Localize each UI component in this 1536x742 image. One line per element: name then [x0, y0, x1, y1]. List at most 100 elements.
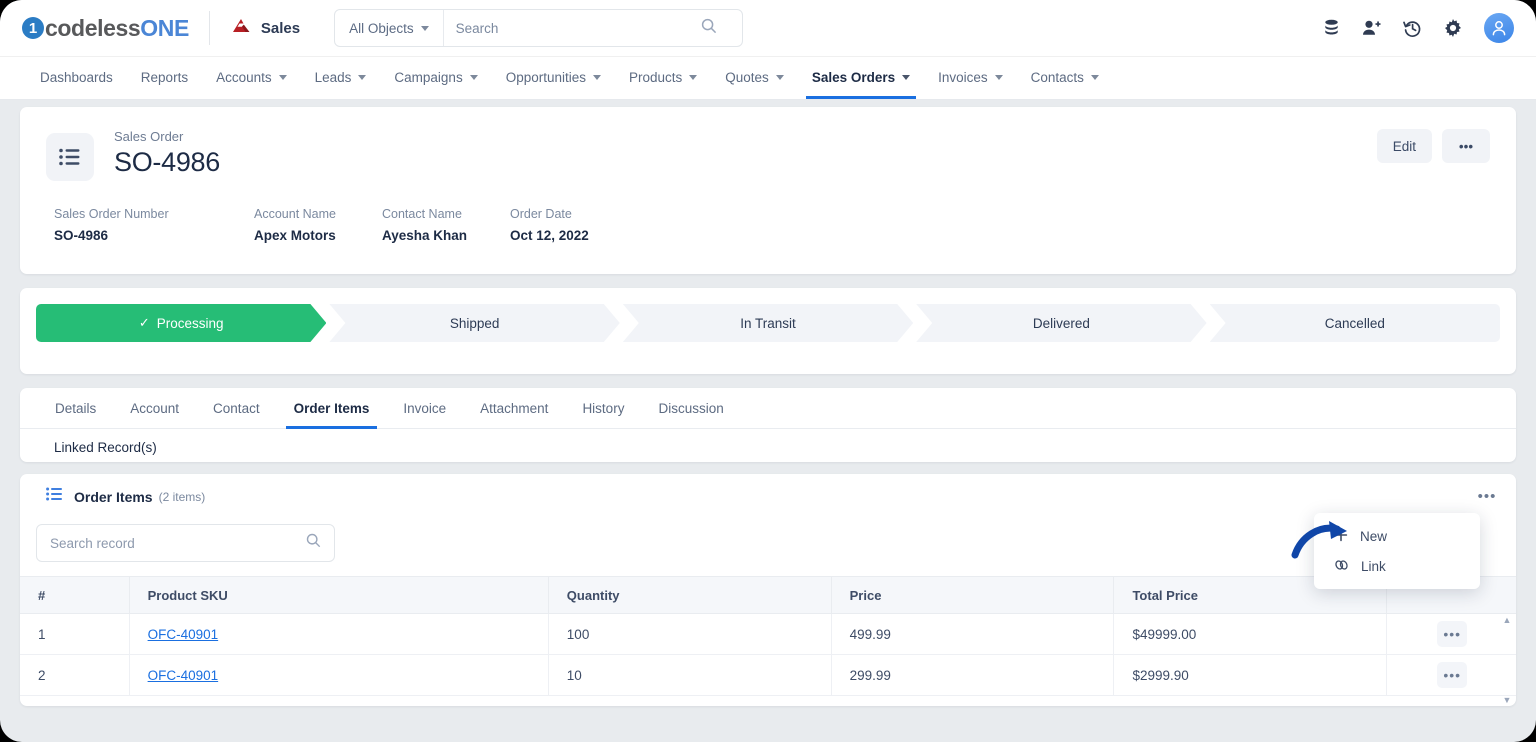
cell-quantity: 100	[548, 613, 832, 655]
tab-history[interactable]: History	[565, 388, 641, 428]
order-items-menu-button[interactable]: •••	[1474, 485, 1500, 509]
chevron-down-icon	[689, 75, 698, 80]
plus-icon	[1334, 528, 1348, 545]
nav-label: Dashboards	[40, 70, 113, 85]
field-contact-name: Contact Name Ayesha Khan	[382, 207, 510, 243]
path-step-shipped[interactable]: Shipped	[329, 304, 619, 342]
tab-attachment[interactable]: Attachment	[463, 388, 565, 428]
nav-label: Accounts	[216, 70, 272, 85]
menu-item-new[interactable]: New	[1314, 521, 1480, 551]
avatar[interactable]	[1484, 13, 1514, 43]
record-actions: Edit •••	[1376, 129, 1490, 163]
table-row[interactable]: 1 OFC-40901 100 499.99 $49999.00 •••	[20, 613, 1516, 655]
nav-item-sales-orders[interactable]: Sales Orders	[798, 56, 924, 99]
record-tabs: Details Account Contact Order Items Invo…	[20, 388, 1516, 429]
path-step-processing[interactable]: ✓ Processing	[36, 304, 326, 342]
field-value: SO-4986	[54, 228, 109, 243]
path-step-label: Delivered	[1032, 315, 1090, 331]
nav-item-contacts[interactable]: Contacts	[1017, 56, 1113, 99]
tab-details[interactable]: Details	[38, 388, 113, 428]
list-icon	[46, 133, 94, 181]
link-icon	[1334, 558, 1349, 575]
chevron-down-icon	[994, 75, 1003, 80]
nav-label: Campaigns	[394, 70, 463, 85]
field-value: Ayesha Khan	[382, 228, 468, 243]
scroll-down-icon[interactable]: ▼	[1503, 695, 1512, 705]
row-menu-button[interactable]: •••	[1437, 662, 1468, 688]
field-label: Sales Order Number	[54, 207, 169, 221]
nav-item-dashboards[interactable]: Dashboards	[26, 56, 127, 99]
chevron-down-icon	[1090, 75, 1099, 80]
tab-contact[interactable]: Contact	[196, 388, 277, 428]
nav-item-products[interactable]: Products	[615, 56, 711, 99]
tab-order-items[interactable]: Order Items	[277, 388, 387, 429]
history-icon[interactable]	[1403, 19, 1422, 38]
app-name-label: Sales	[260, 19, 301, 37]
path-step-cancelled[interactable]: Cancelled	[1209, 304, 1501, 342]
add-user-icon[interactable]	[1362, 19, 1381, 37]
list-icon	[46, 487, 63, 506]
table-scrollbar[interactable]: ▲ ▼	[1500, 615, 1514, 705]
chevron-down-icon	[278, 75, 287, 80]
path-step-delivered[interactable]: Delivered	[916, 304, 1206, 342]
field-account-name: Account Name Apex Motors	[254, 207, 382, 243]
database-icon[interactable]	[1323, 19, 1340, 37]
path-step-label: Shipped	[449, 315, 500, 331]
brand-logo[interactable]: 1 codelessONE	[0, 15, 189, 42]
scroll-up-icon[interactable]: ▲	[1503, 615, 1512, 625]
nav-label: Invoices	[938, 70, 988, 85]
tab-discussion[interactable]: Discussion	[641, 388, 740, 428]
nav-item-accounts[interactable]: Accounts	[202, 56, 301, 99]
product-sku-link[interactable]: OFC-40901	[148, 627, 219, 642]
object-filter-select[interactable]: All Objects	[335, 10, 443, 46]
nav-item-reports[interactable]: Reports	[127, 56, 202, 99]
logo-mark-icon: 1	[22, 17, 44, 39]
app-window: 1 codelessONE Sales All Objects Search D…	[0, 0, 1536, 742]
column-header-quantity[interactable]: Quantity	[548, 576, 832, 614]
nav-label: Contacts	[1030, 70, 1084, 85]
nav-item-opportunities[interactable]: Opportunities	[492, 56, 615, 99]
path-step-label: Processing	[156, 315, 224, 331]
record-more-button[interactable]: •••	[1442, 129, 1490, 163]
tab-label: Order Items	[293, 400, 370, 416]
gear-icon[interactable]	[1444, 19, 1462, 37]
product-sku-link[interactable]: OFC-40901	[148, 668, 219, 683]
order-items-table: # Product SKU Quantity Price Total Price…	[20, 576, 1516, 696]
nav-item-invoices[interactable]: Invoices	[924, 56, 1017, 99]
linked-records-label: Linked Record(s)	[54, 440, 157, 455]
menu-item-link[interactable]: Link	[1314, 551, 1480, 581]
cell-total-price: $49999.00	[1113, 613, 1388, 655]
table-body: 1 OFC-40901 100 499.99 $49999.00 ••• 2 O…	[20, 613, 1516, 696]
tab-label: Contact	[213, 400, 260, 416]
column-header-price[interactable]: Price	[831, 576, 1115, 614]
record-tabs-card: Details Account Contact Order Items Invo…	[20, 388, 1516, 462]
nav-item-leads[interactable]: Leads	[301, 56, 381, 99]
column-header-product-sku[interactable]: Product SKU	[129, 576, 549, 614]
column-header-index[interactable]: #	[20, 576, 130, 614]
nav-label: Quotes	[725, 70, 769, 85]
search-input[interactable]: Search	[444, 18, 742, 39]
field-value: Oct 12, 2022	[510, 228, 589, 243]
tab-invoice[interactable]: Invoice	[386, 388, 463, 428]
order-items-count: (2 items)	[158, 489, 206, 504]
field-value: Apex Motors	[254, 228, 336, 243]
cell-product-sku: OFC-40901	[129, 654, 549, 696]
path-step-label: In Transit	[740, 315, 796, 331]
nav-item-campaigns[interactable]: Campaigns	[380, 56, 491, 99]
record-search-input[interactable]: Search record	[36, 524, 335, 562]
path-step-in-transit[interactable]: In Transit	[623, 304, 913, 342]
top-header: 1 codelessONE Sales All Objects Search	[0, 0, 1536, 56]
field-label: Order Date	[510, 207, 572, 221]
table-row[interactable]: 2 OFC-40901 10 299.99 $2999.90 •••	[20, 654, 1516, 696]
app-switcher[interactable]: Sales	[230, 17, 300, 40]
menu-item-label: New	[1360, 528, 1388, 544]
page-title: SO-4986	[114, 147, 220, 177]
search-icon[interactable]	[306, 533, 321, 553]
logo-wordmark: codelessONE	[45, 15, 189, 42]
edit-button[interactable]: Edit	[1376, 129, 1432, 163]
row-menu-button[interactable]: •••	[1437, 621, 1468, 647]
cell-index: 2	[20, 654, 130, 696]
search-icon[interactable]	[701, 18, 730, 39]
tab-account[interactable]: Account	[113, 388, 196, 428]
nav-item-quotes[interactable]: Quotes	[711, 56, 798, 99]
